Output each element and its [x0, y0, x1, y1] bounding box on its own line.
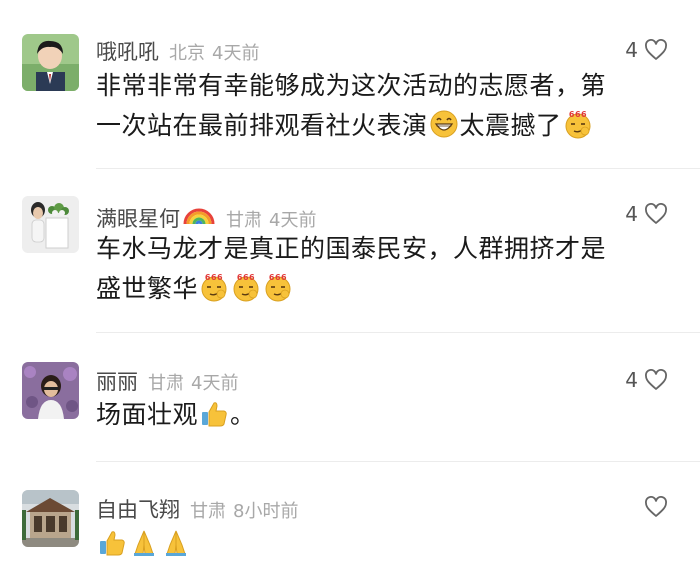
like-area: 4 [625, 368, 668, 392]
location: 甘肃 [148, 373, 184, 394]
comment-text-line: 太震撼了 [459, 111, 562, 140]
grin-emoji-icon [429, 109, 459, 139]
heart-icon[interactable] [644, 203, 668, 225]
folded-hands-emoji-icon [161, 527, 191, 557]
comment-meta: 自由飞翔 甘肃 8小时前 [96, 494, 298, 524]
svg-text:666: 666 [205, 273, 223, 282]
like-count: 4 [625, 368, 638, 392]
username[interactable]: 自由飞翔 [96, 494, 180, 524]
666-emoji-icon: 666 [563, 109, 593, 139]
comment-text: 非常非常有幸能够成为这次活动的志愿者，第 一次站在最前排观看社火表演 太震撼了 … [96, 66, 656, 146]
divider [96, 168, 700, 169]
like-count: 4 [625, 38, 638, 62]
heart-icon[interactable] [644, 496, 668, 518]
like-area: 4 [625, 38, 668, 62]
comment-text: 场面壮观 。 [96, 395, 656, 435]
comment-text [96, 524, 656, 564]
avatar[interactable] [22, 196, 79, 253]
svg-text:666: 666 [568, 110, 586, 119]
comment-text-line: 非常非常有幸能够成为这次活动的志愿者，第 [96, 71, 607, 100]
comment-text-line: 一次站在最前排观看社火表演 [96, 111, 428, 140]
location: 北京 [169, 43, 205, 64]
location: 甘肃 [190, 501, 226, 522]
timestamp: 8小时前 [233, 501, 299, 522]
divider [96, 461, 700, 462]
thumbs-up-emoji-icon [199, 398, 229, 428]
666-emoji-icon: 666 [199, 272, 229, 302]
timestamp: 4天前 [191, 373, 239, 394]
svg-text:666: 666 [269, 273, 287, 282]
comment-meta: 哦吼吼 北京 4天前 [96, 36, 259, 66]
divider [96, 332, 700, 333]
comment-text-line: 场面壮观 [96, 400, 199, 429]
username[interactable]: 哦吼吼 [96, 36, 159, 66]
username[interactable]: 丽丽 [96, 366, 138, 396]
comment-text-line: 车水马龙才是真正的国泰民安，人群拥挤才是 [96, 234, 607, 263]
comment-meta: 丽丽 甘肃 4天前 [96, 366, 238, 396]
like-count: 4 [625, 202, 638, 226]
thumbs-up-emoji-icon [97, 527, 127, 557]
avatar[interactable] [22, 490, 79, 547]
svg-text:666: 666 [237, 273, 255, 282]
comment-text: 车水马龙才是真正的国泰民安，人群拥挤才是 盛世繁华 666 666 666 [96, 229, 656, 309]
timestamp: 4天前 [212, 43, 260, 64]
rainbow-icon [182, 200, 216, 226]
heart-icon[interactable] [644, 369, 668, 391]
like-area [644, 496, 668, 518]
avatar[interactable] [22, 34, 79, 91]
666-emoji-icon: 666 [231, 272, 261, 302]
comment-text-line: 盛世繁华 [96, 274, 199, 303]
avatar[interactable] [22, 362, 79, 419]
like-area: 4 [625, 202, 668, 226]
folded-hands-emoji-icon [129, 527, 159, 557]
heart-icon[interactable] [644, 39, 668, 61]
666-emoji-icon: 666 [263, 272, 293, 302]
comment-text-line: 。 [230, 400, 256, 429]
